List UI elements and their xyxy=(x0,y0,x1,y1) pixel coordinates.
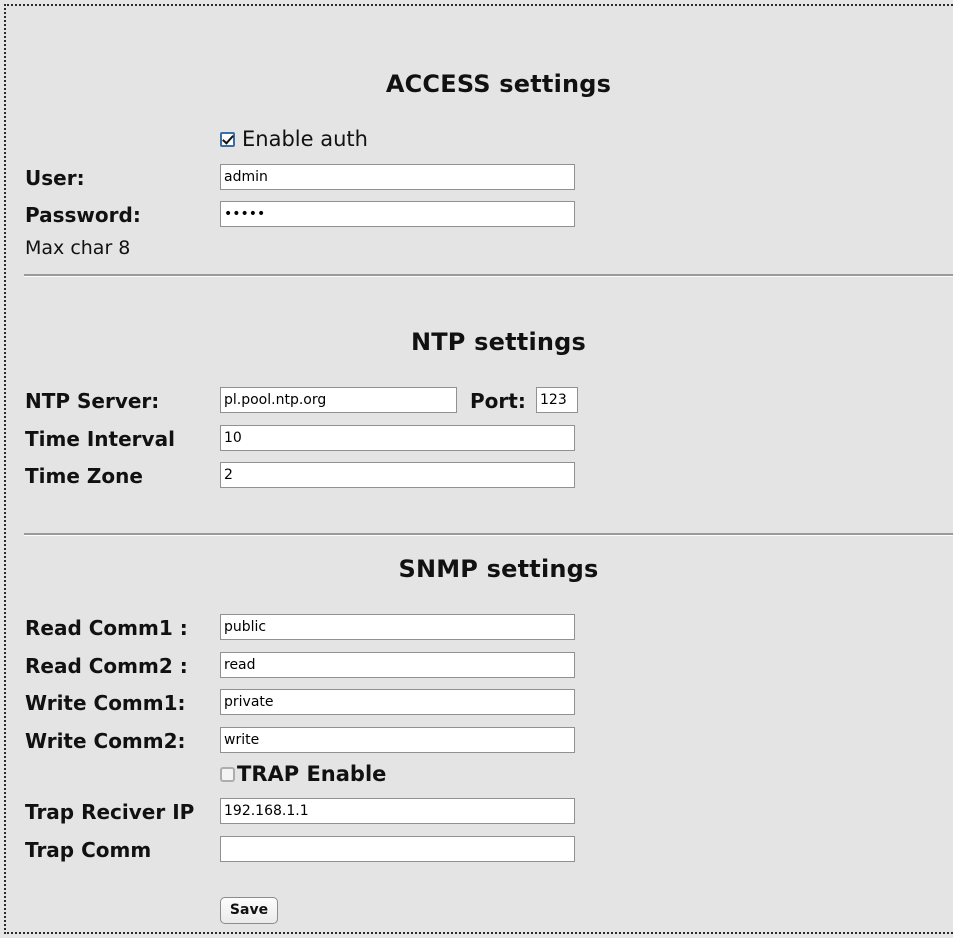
trap-comm-label: Trap Comm xyxy=(25,838,152,862)
trap-receiver-ip-label: Trap Reciver IP xyxy=(25,800,195,824)
write-comm2-input[interactable] xyxy=(220,727,575,753)
save-button[interactable]: Save xyxy=(220,897,278,924)
ntp-server-label: NTP Server: xyxy=(25,389,160,413)
read-comm2-label: Read Comm2 : xyxy=(25,654,188,678)
time-zone-label: Time Zone xyxy=(25,464,143,488)
divider-access-ntp xyxy=(24,274,953,277)
time-interval-label: Time Interval xyxy=(25,427,175,451)
max-char-note: Max char 8 xyxy=(25,237,131,259)
enable-auth-label: Enable auth xyxy=(242,127,368,151)
access-settings-title: ACCESS settings xyxy=(385,70,612,98)
settings-page-inner: ACCESS settings Enable auth User: Passwo… xyxy=(6,6,953,932)
password-input[interactable] xyxy=(220,201,575,227)
read-comm1-input[interactable] xyxy=(220,614,575,640)
user-label: User: xyxy=(25,166,85,190)
enable-auth-checkbox[interactable] xyxy=(220,131,235,147)
enable-auth-row[interactable]: Enable auth xyxy=(220,127,368,151)
ntp-port-input[interactable] xyxy=(536,387,578,413)
read-comm2-input[interactable] xyxy=(220,652,575,678)
ntp-server-input[interactable] xyxy=(220,387,457,413)
user-input[interactable] xyxy=(220,164,575,190)
trap-enable-label: TRAP Enable xyxy=(237,762,387,786)
write-comm2-label: Write Comm2: xyxy=(25,729,186,753)
snmp-settings-title: SNMP settings xyxy=(398,555,599,583)
trap-comm-input[interactable] xyxy=(220,836,575,862)
divider-ntp-snmp xyxy=(24,533,953,536)
trap-enable-row[interactable]: TRAP Enable xyxy=(220,762,386,786)
write-comm1-label: Write Comm1: xyxy=(25,691,186,715)
read-comm1-label: Read Comm1 : xyxy=(25,616,188,640)
trap-receiver-ip-input[interactable] xyxy=(220,798,575,824)
ntp-port-label: Port: xyxy=(470,389,526,413)
time-interval-input[interactable] xyxy=(220,425,575,451)
settings-page: ACCESS settings Enable auth User: Passwo… xyxy=(4,4,953,934)
ntp-settings-title: NTP settings xyxy=(410,328,587,356)
trap-enable-checkbox[interactable] xyxy=(220,766,235,782)
time-zone-input[interactable] xyxy=(220,462,575,488)
write-comm1-input[interactable] xyxy=(220,689,575,715)
password-label: Password: xyxy=(25,203,141,227)
